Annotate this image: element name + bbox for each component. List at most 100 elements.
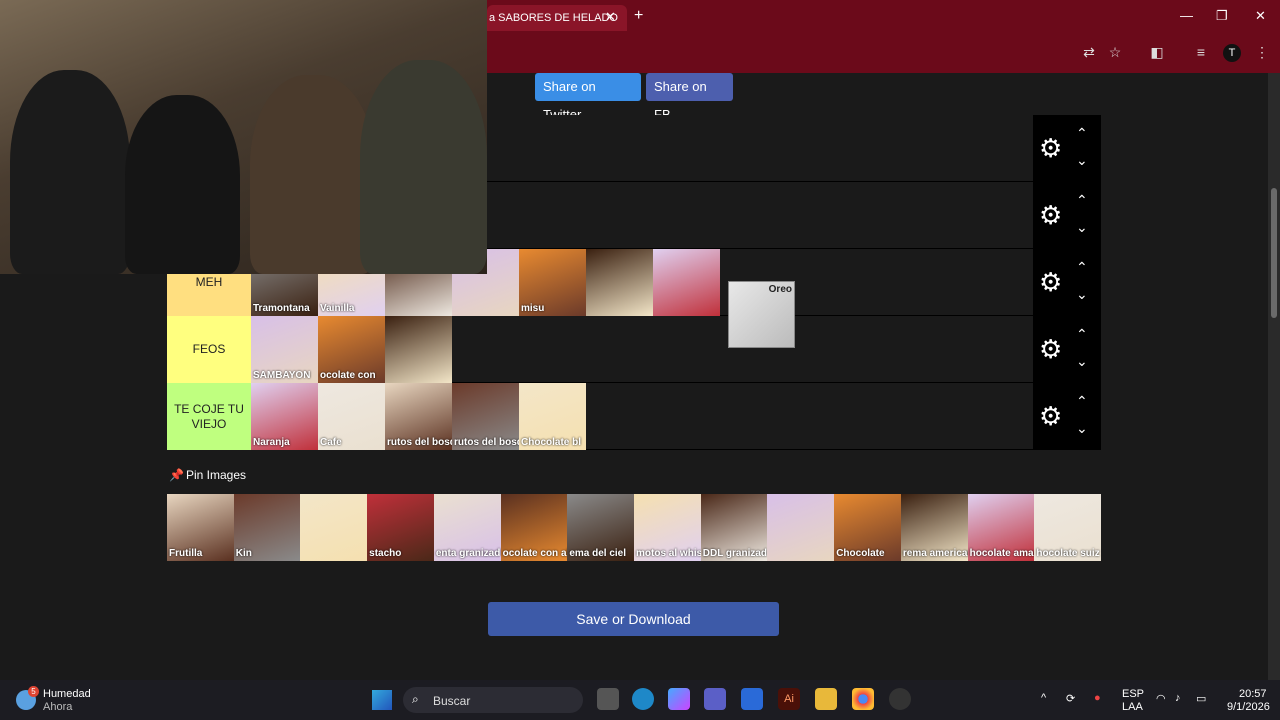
media-icon[interactable]: ≡ <box>1192 43 1210 61</box>
tier-item[interactable]: Naranja <box>251 383 318 450</box>
save-download-button[interactable]: Save or Download <box>488 602 779 636</box>
pin-item[interactable]: Chocolate <box>834 494 901 561</box>
tier-item[interactable]: ocolate con <box>318 316 385 383</box>
pin-item[interactable]: DDL granizado <box>700 494 768 561</box>
pin-item[interactable]: Kin <box>233 494 301 561</box>
tier-controls: ⚙ ⌃ ⌄ <box>1033 115 1101 182</box>
lang-bottom[interactable]: LAA <box>1122 701 1143 713</box>
pin-item[interactable] <box>300 494 368 561</box>
translate-icon[interactable]: ⇄ <box>1080 43 1098 61</box>
pin-images-label[interactable]: Pin Images <box>186 468 246 482</box>
tab-close-icon[interactable]: ✕ <box>605 9 617 25</box>
window-close-icon[interactable]: ✕ <box>1255 8 1266 24</box>
tier-item[interactable] <box>586 249 653 316</box>
pin-item[interactable]: hocolate amarg <box>967 494 1035 561</box>
tier-controls: ⚙ ⌃ ⌄ <box>1033 383 1101 450</box>
tier-item[interactable]: rutos del bosqu <box>452 383 519 450</box>
copilot-icon[interactable] <box>668 688 690 710</box>
pin-item[interactable]: Frutilla <box>167 494 234 561</box>
chrome-icon[interactable] <box>852 688 874 710</box>
dragged-item[interactable]: Oreo <box>728 281 795 348</box>
illustrator-icon[interactable]: Ai <box>778 688 800 710</box>
tier-item[interactable] <box>385 316 452 383</box>
settings-gear-icon[interactable]: ⚙ <box>1039 135 1062 161</box>
scrollbar-thumb[interactable] <box>1271 188 1277 318</box>
task-view-icon[interactable] <box>597 688 619 710</box>
move-up-icon[interactable]: ⌃ <box>1076 125 1088 142</box>
file-explorer-icon[interactable] <box>815 688 837 710</box>
share-fb-button[interactable]: Share on FB <box>646 73 733 122</box>
scrollbar[interactable] <box>1268 73 1280 680</box>
pin-item-label: ema del ciel <box>569 548 627 559</box>
move-down-icon[interactable]: ⌄ <box>1076 219 1088 236</box>
pin-item[interactable]: enta granizad <box>433 494 501 561</box>
pin-item[interactable]: motos al whis <box>634 494 701 561</box>
tier-controls: ⚙ ⌃ ⌄ <box>1033 316 1101 383</box>
tier-label[interactable]: FEOS <box>167 316 251 383</box>
tier-item-label: Vainilla <box>320 303 355 314</box>
tier-item-label: Tramontana <box>253 303 310 314</box>
pin-item[interactable]: ema del ciel <box>567 494 635 561</box>
tier-item[interactable] <box>653 249 720 316</box>
settings-gear-icon[interactable]: ⚙ <box>1039 403 1062 429</box>
extensions-icon[interactable]: ◧ <box>1148 43 1166 61</box>
tier-item-label: Cafe <box>320 437 342 448</box>
chevron-up-icon[interactable]: ^ <box>1041 692 1046 704</box>
person-3 <box>250 75 375 274</box>
teams-icon[interactable] <box>704 688 726 710</box>
tier-item-label: Naranja <box>253 437 290 448</box>
settings-gear-icon[interactable]: ⚙ <box>1039 269 1062 295</box>
profile-avatar[interactable]: T <box>1223 44 1241 62</box>
tier-item[interactable]: SAMBAYON <box>251 316 318 383</box>
pin-images-strip: Frutilla Kin stacho enta granizad ocolate co… <box>167 494 1102 561</box>
store-icon[interactable] <box>741 688 763 710</box>
move-up-icon[interactable]: ⌃ <box>1076 393 1088 410</box>
share-twitter-button[interactable]: Share on Twitter <box>535 73 641 122</box>
move-down-icon[interactable]: ⌄ <box>1076 353 1088 370</box>
sync-icon[interactable]: ⟳ <box>1066 692 1075 705</box>
pin-item-label: ocolate con almend <box>502 548 568 559</box>
volume-icon[interactable]: ♪ <box>1175 692 1181 704</box>
restore-icon[interactable]: ❐ <box>1216 8 1228 24</box>
pin-item-label: Kin <box>235 548 252 559</box>
weather-badge: 5 <box>28 686 39 697</box>
tier-items: Naranja Cafe rutos del bosqurutos del bosq… <box>251 383 586 450</box>
edge-icon[interactable] <box>632 688 654 710</box>
tier-item-label: rutos del bosqu <box>387 437 452 448</box>
taskbar-search[interactable]: ⌕ Buscar <box>403 687 583 713</box>
tier-label[interactable]: TE COJE TU VIEJO <box>167 383 251 450</box>
settings-gear-icon[interactable]: ⚙ <box>1039 336 1062 362</box>
move-up-icon[interactable]: ⌃ <box>1076 259 1088 276</box>
tier-item[interactable]: Chocolate bl <box>519 383 586 450</box>
move-up-icon[interactable]: ⌃ <box>1076 326 1088 343</box>
windows-start-icon[interactable] <box>372 690 392 710</box>
battery-icon[interactable]: ▭ <box>1196 692 1206 705</box>
tier-item[interactable]: Cafe <box>318 383 385 450</box>
pin-item[interactable] <box>767 494 835 561</box>
move-down-icon[interactable]: ⌄ <box>1076 152 1088 169</box>
new-tab-icon[interactable]: + <box>634 7 643 25</box>
app-icon[interactable] <box>889 688 911 710</box>
tier-items: SAMBAYON ocolate con <box>251 316 452 383</box>
pin-item[interactable]: hocolate suiz <box>1034 494 1102 561</box>
pin-item[interactable]: rema american <box>900 494 968 561</box>
menu-icon[interactable]: ⋮ <box>1253 43 1271 61</box>
move-down-icon[interactable]: ⌄ <box>1076 420 1088 437</box>
move-down-icon[interactable]: ⌄ <box>1076 286 1088 303</box>
clock-date[interactable]: 9/1/2026 <box>1227 701 1270 713</box>
microphone-icon[interactable]: ● <box>1094 692 1101 704</box>
search-icon: ⌕ <box>412 692 419 706</box>
wifi-icon[interactable]: ◠ <box>1156 692 1166 705</box>
tier-item[interactable]: rutos del bosqu <box>385 383 452 450</box>
tier-controls: ⚙ ⌃ ⌄ <box>1033 182 1101 249</box>
star-icon[interactable]: ☆ <box>1106 43 1124 61</box>
tier-item[interactable]: misu <box>519 249 586 316</box>
minimize-icon[interactable]: — <box>1180 8 1193 23</box>
clock-time[interactable]: 20:57 <box>1239 688 1267 700</box>
tier-row: FEOS SAMBAYON ocolate con ⚙ ⌃ ⌄ <box>167 316 1101 383</box>
lang-top[interactable]: ESP <box>1122 688 1144 700</box>
pin-item[interactable]: stacho <box>367 494 434 561</box>
move-up-icon[interactable]: ⌃ <box>1076 192 1088 209</box>
pin-item[interactable]: ocolate con almend <box>500 494 568 561</box>
settings-gear-icon[interactable]: ⚙ <box>1039 202 1062 228</box>
